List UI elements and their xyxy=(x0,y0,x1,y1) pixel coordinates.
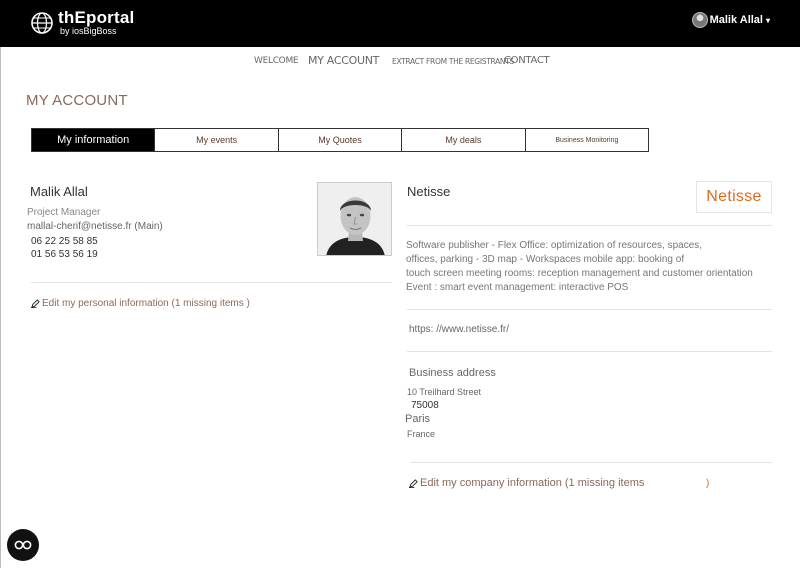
tab-my-quotes[interactable]: My Quotes xyxy=(277,129,401,151)
edit-company-info-link[interactable]: Edit my company information (1 missing i… xyxy=(409,477,644,489)
company-description-line: offices, parking - 3D map - Workspaces m… xyxy=(406,254,685,265)
address-city: Paris xyxy=(405,413,431,425)
page-title: MY ACCOUNT xyxy=(26,92,128,109)
edit-company-info-tail: ) xyxy=(706,478,710,489)
top-bar: thEportal by iosBigBoss Malik Allal ▾ xyxy=(0,0,800,47)
profile-photo xyxy=(317,182,392,256)
nav-extract-registrants[interactable]: EXTRACT FROM THE REGISTRANTS xyxy=(392,57,514,66)
person-name: Malik Allal xyxy=(30,184,88,199)
logo-subtitle: by iosBigBoss xyxy=(60,26,117,36)
person-email: mallal-cherif@netisse.fr (Main) xyxy=(27,221,163,232)
business-address-title: Business address xyxy=(409,367,496,379)
company-description-line: Event : smart event management: interact… xyxy=(406,282,629,293)
company-divider-2 xyxy=(407,309,772,310)
address-country: France xyxy=(407,429,436,439)
logo[interactable]: thEportal by iosBigBoss xyxy=(30,9,134,36)
address-zip: 75008 xyxy=(411,400,439,411)
pencil-icon xyxy=(31,299,40,308)
avatar xyxy=(691,12,708,28)
nav-my-account[interactable]: MY ACCOUNT xyxy=(308,54,379,67)
main-nav: WELCOME MY ACCOUNT EXTRACT FROM THE REGI… xyxy=(0,54,800,70)
logo-title: thEportal xyxy=(58,8,135,27)
left-edge-divider xyxy=(0,47,1,568)
edit-personal-info-link[interactable]: Edit my personal information (1 missing … xyxy=(31,298,250,309)
tab-my-events[interactable]: My events xyxy=(154,129,277,151)
nav-welcome[interactable]: WELCOME xyxy=(254,56,299,66)
nav-contact[interactable]: CONTACT xyxy=(504,55,550,66)
glasses-icon xyxy=(14,540,32,550)
person-phone-office: 01 56 53 56 19 xyxy=(31,249,98,260)
person-phone-mobile: 06 22 25 58 85 xyxy=(31,236,98,247)
tab-my-information[interactable]: My information xyxy=(32,129,155,151)
edit-company-info-label: Edit my company information (1 missing i… xyxy=(420,477,645,489)
company-divider-3 xyxy=(407,351,772,352)
accessibility-button[interactable] xyxy=(7,529,39,561)
account-tabs: My information My events My Quotes My de… xyxy=(31,128,649,152)
user-name: Malik Allal xyxy=(709,14,763,26)
company-description: Software publisher - Flex Office: optimi… xyxy=(406,239,778,295)
company-description-line: touch screen meeting rooms: reception ma… xyxy=(406,268,753,279)
tab-business-monitoring[interactable]: Business Monitoring xyxy=(524,129,648,151)
company-logo: Netisse xyxy=(696,181,772,213)
user-menu[interactable]: Malik Allal ▾ xyxy=(691,12,770,28)
company-website[interactable]: https: //www.netisse.fr/ xyxy=(409,324,509,335)
person-role: Project Manager xyxy=(27,207,101,218)
personal-divider xyxy=(31,282,392,283)
tab-my-deals[interactable]: My deals xyxy=(401,129,524,151)
pencil-icon xyxy=(409,478,418,488)
company-name: Netisse xyxy=(407,184,451,199)
chevron-down-icon: ▾ xyxy=(765,15,770,25)
globe-icon xyxy=(31,11,53,34)
company-divider-1 xyxy=(407,225,772,226)
company-description-line: Software publisher - Flex Office: optimi… xyxy=(406,240,703,251)
company-divider-4 xyxy=(411,462,772,463)
edit-personal-info-label: Edit my personal information (1 missing … xyxy=(42,298,250,309)
address-street: 10 Treilhard Street xyxy=(407,387,482,397)
